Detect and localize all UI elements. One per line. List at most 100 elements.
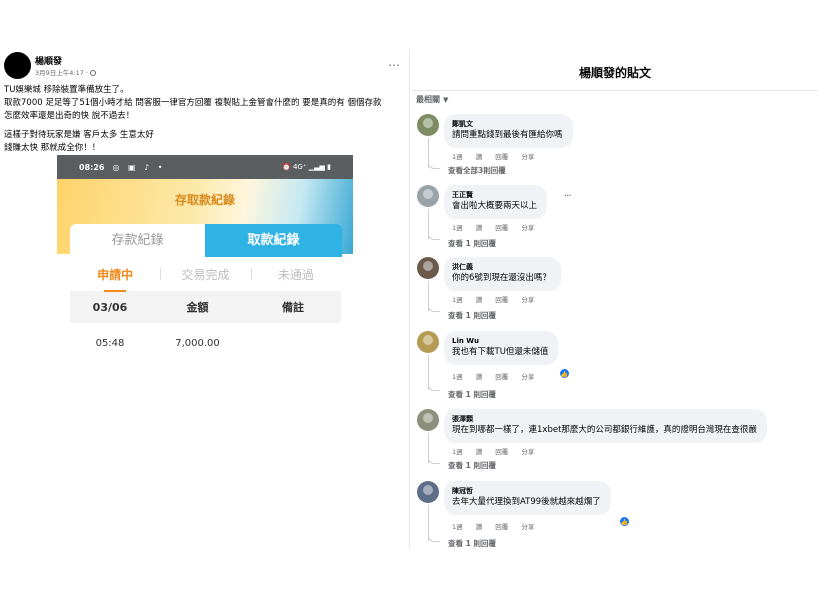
- row-time: 05:48: [95, 337, 125, 349]
- reply-button[interactable]: 回覆: [495, 153, 508, 161]
- sort-dropdown[interactable]: 最相關 ▼: [416, 94, 448, 105]
- like-reaction-icon[interactable]: 👍: [559, 368, 570, 379]
- avatar[interactable]: [417, 185, 439, 207]
- author-avatar[interactable]: [4, 52, 31, 79]
- tab-withdraw-records: 取款紀錄: [205, 224, 342, 257]
- records-table-header: 03/06 金額 備註: [70, 291, 341, 323]
- comment-actions: 1週 讚 回覆 分享: [452, 294, 545, 304]
- comment-text: 請問重點錢到最後有匯給你嗎: [452, 130, 563, 140]
- comment-actions: 1週 讚 回覆 分享: [452, 222, 545, 232]
- view-replies-link[interactable]: 查看 1 則回覆: [448, 460, 496, 471]
- status-time: 08:26: [79, 162, 105, 172]
- status-tabs: 申請中 交易完成 未通過: [70, 257, 341, 292]
- comment-actions: 1週 讚 回覆 分享: [452, 151, 545, 161]
- like-button[interactable]: 讚: [476, 153, 483, 161]
- comment-text: 你的6號到現在還沒出嗎？: [452, 273, 551, 283]
- view-replies-link[interactable]: 查看 1 則回覆: [448, 538, 496, 549]
- header-note: 備註: [282, 301, 304, 314]
- commenter-name[interactable]: 王正賢: [452, 190, 537, 200]
- comment-text: 會出啦大概要兩天以上: [452, 201, 538, 211]
- post-line: 取款7000 足足等了51個小時才給 問客服一律官方回覆 複製貼上金管會什麼的 …: [4, 98, 382, 108]
- status-icons: ◎ ▣ ♪ •: [112, 162, 166, 172]
- view-replies-link[interactable]: 查看 1 則回覆: [448, 238, 496, 249]
- panel-title: 楊順發的貼文: [578, 66, 651, 80]
- share-button[interactable]: 分享: [521, 296, 534, 304]
- post-line: 這樣子對待玩家是嫌 客戶太多 生意太好: [4, 130, 154, 140]
- comment-bubble: 陳冠哲 去年大量代理換到AT99後就越來越爛了: [444, 481, 611, 515]
- comment-age: 1週: [452, 224, 463, 232]
- avatar[interactable]: [417, 409, 439, 431]
- comments-panel: 楊順發的貼文 最相關 ▼ 鄭凱文 請問重點錢到最後有匯給你嗎 1週 讚 回覆 分享…: [412, 50, 818, 550]
- like-button[interactable]: 讚: [476, 296, 483, 304]
- status-tab-completed: 交易完成: [160, 266, 250, 283]
- avatar[interactable]: [417, 331, 439, 353]
- commenter-name[interactable]: 鄭凱文: [452, 119, 563, 129]
- like-button[interactable]: 讚: [476, 224, 483, 232]
- share-button[interactable]: 分享: [521, 448, 534, 456]
- comment-text: 我也有下載TU但還未儲值: [452, 347, 549, 357]
- reply-button[interactable]: 回覆: [495, 448, 508, 456]
- avatar[interactable]: [417, 114, 439, 136]
- post-author-name[interactable]: 楊順發: [35, 54, 62, 67]
- commenter-name[interactable]: 張澤顥: [452, 414, 757, 424]
- comment-text: 去年大量代理換到AT99後就越來越爛了: [452, 497, 601, 507]
- post-body: TU娛樂城 移除裝置準備放生了。 取款7000 足足等了51個小時才給 問客服一…: [4, 84, 409, 155]
- column-divider: [409, 49, 410, 549]
- status-tab-rejected: 未通過: [250, 266, 341, 283]
- like-reaction-icon[interactable]: 👍: [619, 516, 630, 527]
- tab-deposit-records: 存款紀錄: [70, 224, 205, 257]
- header-date: 03/06: [92, 300, 128, 314]
- comment-text: 現在到哪都一樣了，連1xbet那麼大的公司都銀行維護，真的證明台灣現在查很嚴: [452, 425, 757, 435]
- more-options-icon[interactable]: …: [388, 55, 400, 69]
- comment-bubble: 張澤顥 現在到哪都一樣了，連1xbet那麼大的公司都銀行維護，真的證明台灣現在查…: [444, 409, 767, 443]
- comment-age: 1週: [452, 296, 463, 304]
- like-button[interactable]: 讚: [476, 523, 483, 531]
- comment-age: 1週: [452, 153, 463, 161]
- record-tabs: 存款紀錄 取款紀錄: [70, 224, 342, 257]
- share-button[interactable]: 分享: [521, 373, 534, 381]
- like-button[interactable]: 讚: [476, 373, 483, 381]
- post-line: 怎麼效率還是出奇的快 說不過去！: [4, 111, 135, 121]
- share-button[interactable]: 分享: [521, 224, 534, 232]
- avatar[interactable]: [417, 257, 439, 279]
- like-button[interactable]: 讚: [476, 448, 483, 456]
- phone-status-bar: 08:26 ◎ ▣ ♪ • ⏰ 4G⁺ ▁▃▅ ▮: [57, 155, 353, 179]
- reply-button[interactable]: 回覆: [495, 523, 508, 531]
- comment-bubble: 鄭凱文 請問重點錢到最後有匯給你嗎: [444, 114, 573, 148]
- reply-button[interactable]: 回覆: [495, 296, 508, 304]
- share-button[interactable]: 分享: [521, 153, 534, 161]
- attached-screenshot[interactable]: 08:26 ◎ ▣ ♪ • ⏰ 4G⁺ ▁▃▅ ▮ 存取款紀錄 存款紀錄 取款紀…: [57, 155, 353, 368]
- share-button[interactable]: 分享: [521, 523, 534, 531]
- post-line: TU娛樂城 移除裝置準備放生了。: [4, 85, 129, 95]
- comment-bubble: Lin Wu 我也有下載TU但還未儲值: [444, 331, 559, 365]
- commenter-name[interactable]: 洪仁義: [452, 262, 551, 272]
- comment-bubble: 王正賢 會出啦大概要兩天以上: [444, 185, 548, 219]
- view-replies-link[interactable]: 查看全部3則回覆: [448, 165, 506, 176]
- globe-icon: [90, 70, 96, 76]
- comment-bubble: 洪仁義 你的6號到現在還沒出嗎？: [444, 257, 561, 291]
- comment-age: 1週: [452, 373, 463, 381]
- commenter-name[interactable]: Lin Wu: [452, 336, 548, 346]
- reply-button[interactable]: 回覆: [495, 373, 508, 381]
- view-replies-link[interactable]: 查看 1 則回覆: [448, 389, 496, 400]
- comment-age: 1週: [452, 448, 463, 456]
- header-amount: 金額: [186, 301, 209, 314]
- comment-actions: 1週 讚 回覆 分享: [452, 521, 545, 531]
- reply-button[interactable]: 回覆: [495, 224, 508, 232]
- comment-actions: 1週 讚 回覆 分享: [452, 371, 545, 381]
- comment-actions: 1週 讚 回覆 分享: [452, 446, 545, 456]
- comment-age: 1週: [452, 523, 463, 531]
- post-timestamp[interactable]: 3月9日上午4:17 ·: [35, 67, 96, 77]
- post-line: 錢賺太快 那就成全你！！: [4, 143, 101, 153]
- commenter-name[interactable]: 陳冠哲: [452, 486, 601, 496]
- records-page-title: 存取款紀錄: [174, 193, 235, 207]
- more-options-icon[interactable]: ···: [564, 191, 571, 202]
- status-right-icons: ⏰ 4G⁺ ▁▃▅ ▮: [282, 163, 331, 171]
- status-tab-pending: 申請中: [70, 266, 160, 292]
- table-row: 05:48 7,000.00: [70, 323, 341, 363]
- caret-down-icon: ▼: [443, 96, 449, 104]
- panel-divider: [412, 90, 818, 91]
- view-replies-link[interactable]: 查看 1 則回覆: [448, 310, 496, 321]
- records-body: 申請中 交易完成 未通過 03/06 金額 備註 05:48 7,000.00: [70, 257, 341, 368]
- avatar[interactable]: [417, 481, 439, 503]
